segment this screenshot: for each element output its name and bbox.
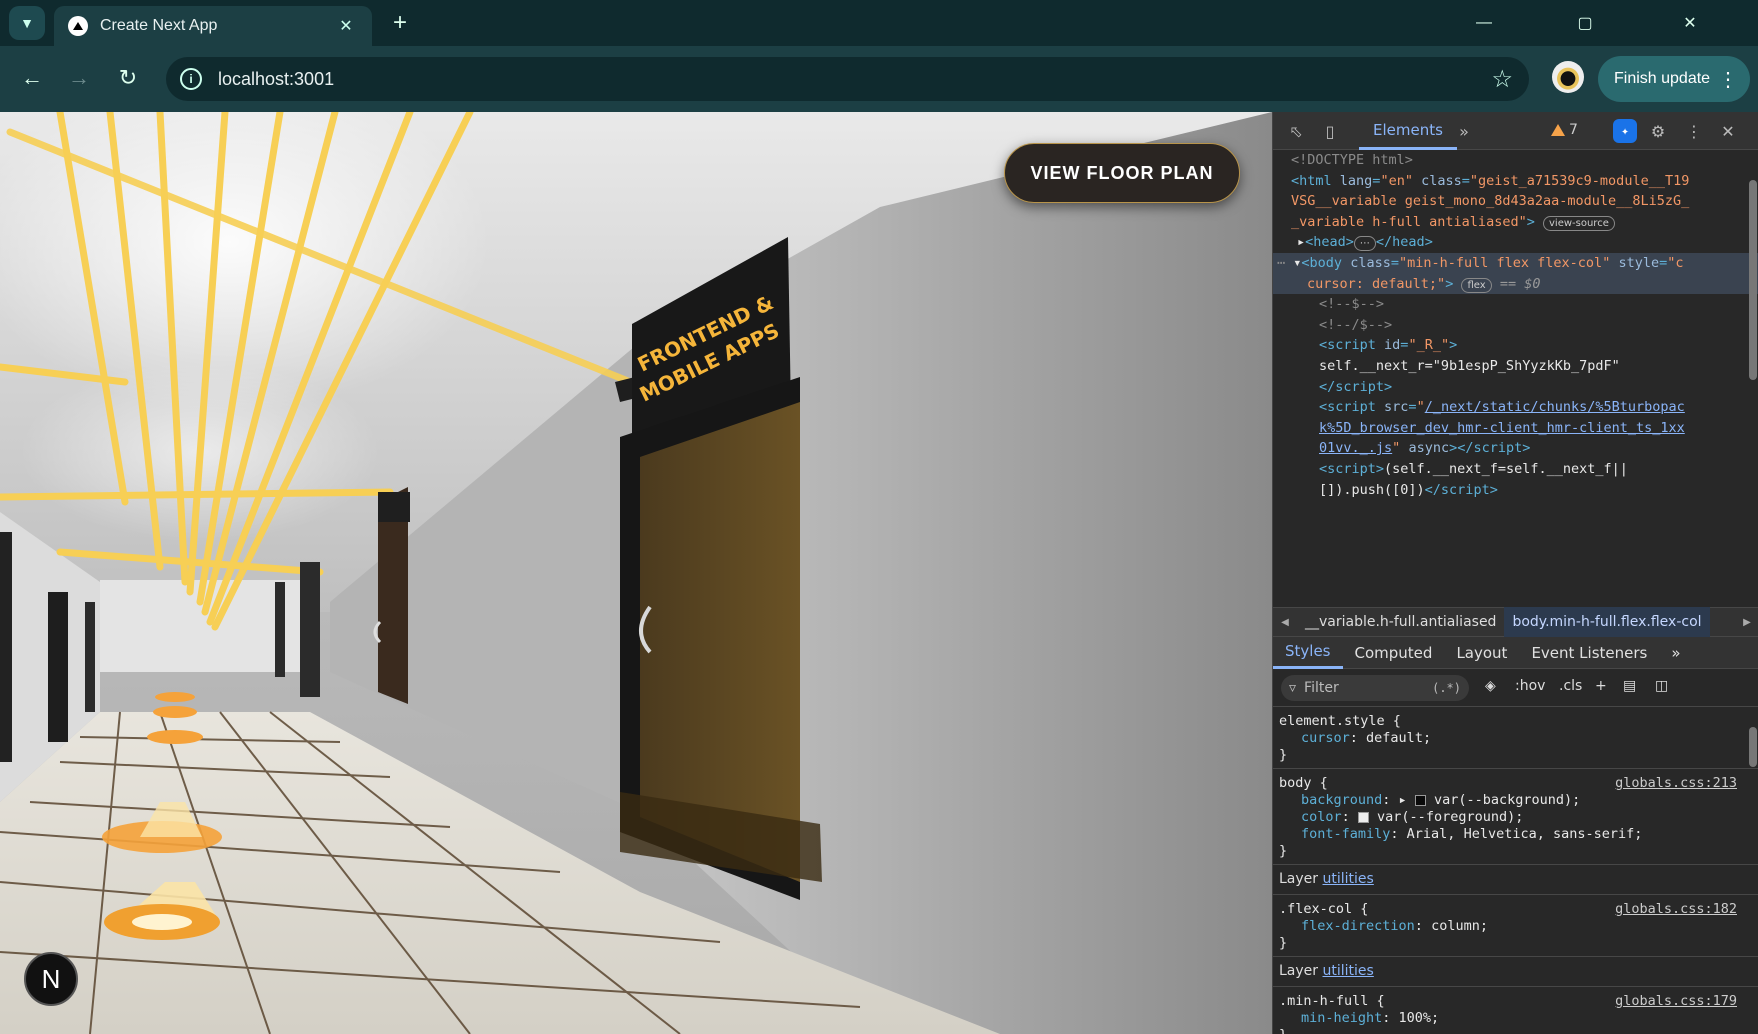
dom-comment-2[interactable]: <!--/$--> bbox=[1273, 315, 1758, 336]
forward-arrow-icon[interactable]: → bbox=[61, 60, 97, 96]
devtools-toolbar: ⬁ ▯ Elements » 7 ✦ ⚙ ⋮ ✕ bbox=[1273, 112, 1758, 150]
hallway-3d-scene[interactable]: FRONTEND & MOBILE APPS bbox=[0, 112, 1272, 1034]
styles-filter-bar: ▿ Filter (.*) ◈ :hov .cls + ▤ ◫ bbox=[1273, 669, 1758, 707]
more-tabs-icon[interactable]: » bbox=[1453, 120, 1475, 142]
ai-assistance-icon[interactable]: ✦ bbox=[1613, 119, 1637, 143]
nextjs-favicon-icon bbox=[68, 16, 88, 36]
dom-script-push-line2[interactable]: []).push([0])</script> bbox=[1273, 480, 1758, 501]
view-floor-plan-button[interactable]: VIEW FLOOR PLAN bbox=[1004, 143, 1240, 203]
profile-avatar[interactable] bbox=[1552, 61, 1584, 93]
layer-link[interactable]: utilities bbox=[1323, 871, 1374, 887]
dom-script-r-close[interactable]: </script> bbox=[1273, 377, 1758, 398]
finish-update-button[interactable]: Finish update ⋮ bbox=[1598, 56, 1750, 102]
layer-utilities-1: Layer utilities bbox=[1273, 865, 1758, 895]
more-vert-icon: ⋮ bbox=[1718, 68, 1738, 91]
source-link[interactable]: globals.css:179 bbox=[1615, 993, 1737, 1010]
filter-icon: ▿ bbox=[1289, 680, 1297, 696]
dom-doctype[interactable]: <!DOCTYPE html> bbox=[1273, 150, 1758, 171]
regex-toggle[interactable]: (.*) bbox=[1432, 681, 1461, 695]
rule-element-style[interactable]: element.style { cursor: default; } bbox=[1273, 707, 1758, 769]
dom-script-r-open[interactable]: <script id="_R_"> bbox=[1273, 335, 1758, 356]
device-toolbar-icon[interactable]: ▯ bbox=[1319, 120, 1341, 142]
inspect-element-icon[interactable]: ⬁ bbox=[1285, 120, 1307, 142]
dom-script-r-content[interactable]: self.__next_r="9b1espP_ShYyzkKb_7pdF" bbox=[1273, 356, 1758, 377]
dom-html-line3[interactable]: _variable h-full antialiased"> view-sour… bbox=[1273, 212, 1758, 233]
close-devtools-icon[interactable]: ✕ bbox=[1717, 120, 1739, 142]
tab-title: Create Next App bbox=[100, 17, 218, 34]
dom-body-line2[interactable]: cursor: default;"> flex == $0 bbox=[1273, 273, 1758, 295]
tab-styles[interactable]: Styles bbox=[1273, 637, 1343, 669]
dom-html-line1[interactable]: <html lang="en" class="geist_a71539c9-mo… bbox=[1273, 171, 1758, 192]
dom-scrollbar[interactable] bbox=[1749, 180, 1757, 380]
tab-layout[interactable]: Layout bbox=[1444, 637, 1519, 669]
more-vert-icon[interactable]: ⋮ bbox=[1683, 120, 1705, 142]
paint-icon[interactable]: ▤ bbox=[1623, 678, 1636, 694]
window-close-button[interactable]: ✕ bbox=[1670, 8, 1710, 38]
bookmark-star-icon[interactable]: ☆ bbox=[1491, 65, 1513, 94]
styles-filter-input[interactable]: ▿ Filter (.*) bbox=[1281, 675, 1469, 701]
layer-utilities-2: Layer utilities bbox=[1273, 957, 1758, 987]
dom-script-src-line2[interactable]: k%5D_browser_dev_hmr-client_hmr-client_t… bbox=[1273, 418, 1758, 439]
tab-strip: ▼ Create Next App ✕ + — ▢ ✕ bbox=[0, 0, 1758, 46]
maximize-button[interactable]: ▢ bbox=[1565, 8, 1605, 38]
dom-script-push-line1[interactable]: <script>(self.__next_f=self.__next_f|| bbox=[1273, 459, 1758, 480]
browser-toolbar: ← → ↻ i localhost:3001 ☆ Finish update ⋮ bbox=[0, 46, 1758, 112]
sidebar-toggle-icon[interactable]: ◫ bbox=[1655, 678, 1668, 694]
devtools-panel: ⬁ ▯ Elements » 7 ✦ ⚙ ⋮ ✕ <!DOCTYPE html>… bbox=[1272, 112, 1758, 1034]
dom-comment-1[interactable]: <!--$--> bbox=[1273, 294, 1758, 315]
source-link[interactable]: globals.css:213 bbox=[1615, 775, 1737, 792]
crumb-left-arrow-icon[interactable]: ◀ bbox=[1273, 617, 1297, 628]
styles-subtabs: Styles Computed Layout Event Listeners » bbox=[1273, 637, 1758, 669]
new-tab-button[interactable]: + bbox=[385, 8, 415, 38]
breadcrumb-html[interactable]: __variable.h-full.antialiased bbox=[1297, 607, 1504, 637]
rule-flex-col[interactable]: .flex-col { globals.css:182 flex-directi… bbox=[1273, 895, 1758, 957]
flex-badge[interactable]: flex bbox=[1461, 277, 1492, 293]
address-bar[interactable]: i localhost:3001 ☆ bbox=[166, 57, 1529, 101]
tab-computed[interactable]: Computed bbox=[1343, 637, 1445, 669]
tab-event-listeners[interactable]: Event Listeners bbox=[1519, 637, 1659, 669]
color-swatch[interactable] bbox=[1414, 794, 1426, 806]
dom-html-line2[interactable]: VSG__variable geist_mono_8d43a2aa-module… bbox=[1273, 191, 1758, 212]
more-subtabs-icon[interactable]: » bbox=[1659, 637, 1692, 669]
hov-toggle[interactable]: :hov bbox=[1515, 678, 1545, 694]
crumb-right-arrow-icon[interactable]: ▶ bbox=[1735, 617, 1758, 628]
styles-scrollbar[interactable] bbox=[1749, 727, 1757, 767]
warning-count: 7 bbox=[1569, 122, 1578, 138]
tab-elements[interactable]: Elements bbox=[1359, 112, 1457, 150]
nextjs-dev-indicator[interactable]: N bbox=[24, 952, 78, 1006]
breadcrumb: ◀ __variable.h-full.antialiased body.min… bbox=[1273, 607, 1758, 637]
warnings-counter[interactable]: 7 bbox=[1551, 122, 1578, 138]
styles-pane[interactable]: element.style { cursor: default; } body … bbox=[1273, 707, 1758, 1034]
layer-link[interactable]: utilities bbox=[1323, 963, 1374, 979]
browser-chrome: ▼ Create Next App ✕ + — ▢ ✕ ← → ↻ i loca… bbox=[0, 0, 1758, 112]
site-info-icon[interactable]: i bbox=[180, 68, 202, 90]
rule-body[interactable]: body { globals.css:213 background: ▸ var… bbox=[1273, 769, 1758, 865]
url-text[interactable]: localhost:3001 bbox=[218, 69, 1491, 90]
reload-icon[interactable]: ↻ bbox=[110, 60, 146, 96]
settings-gear-icon[interactable]: ⚙ bbox=[1647, 120, 1669, 142]
cls-toggle[interactable]: .cls bbox=[1559, 678, 1582, 694]
finish-update-label: Finish update bbox=[1614, 70, 1711, 87]
new-rule-icon[interactable]: + bbox=[1595, 678, 1607, 694]
layers-icon[interactable]: ◈ bbox=[1485, 678, 1496, 694]
page-viewport: FRONTEND & MOBILE APPS VIEW FLOOR PLAN N bbox=[0, 112, 1272, 1034]
minimize-button[interactable]: — bbox=[1464, 8, 1504, 38]
close-icon[interactable]: ✕ bbox=[334, 14, 358, 38]
breadcrumb-body[interactable]: body.min-h-full.flex.flex-col bbox=[1504, 607, 1710, 637]
rule-min-h-full[interactable]: .min-h-full { globals.css:179 min-height… bbox=[1273, 987, 1758, 1034]
dom-head[interactable]: ▸<head> ⋯ </head> bbox=[1273, 232, 1758, 253]
dom-body-line1[interactable]: ⋯ ▾<body class="min-h-full flex flex-col… bbox=[1273, 252, 1758, 274]
view-source-badge[interactable]: view-source bbox=[1543, 215, 1615, 231]
source-link[interactable]: globals.css:182 bbox=[1615, 901, 1737, 918]
color-swatch[interactable] bbox=[1357, 811, 1369, 823]
dom-tree[interactable]: <!DOCTYPE html> <html lang="en" class="g… bbox=[1273, 150, 1758, 607]
tab-active[interactable]: Create Next App ✕ bbox=[54, 6, 372, 46]
dom-script-src-line3[interactable]: 01vv._.js" async></script> bbox=[1273, 438, 1758, 459]
back-arrow-icon[interactable]: ← bbox=[14, 60, 50, 96]
tab-search-button[interactable]: ▼ bbox=[9, 6, 45, 40]
chevron-down-icon: ▼ bbox=[20, 15, 34, 31]
dom-script-src-line1[interactable]: <script src="/_next/static/chunks/%5Btur… bbox=[1273, 397, 1758, 418]
warning-icon bbox=[1551, 124, 1565, 136]
